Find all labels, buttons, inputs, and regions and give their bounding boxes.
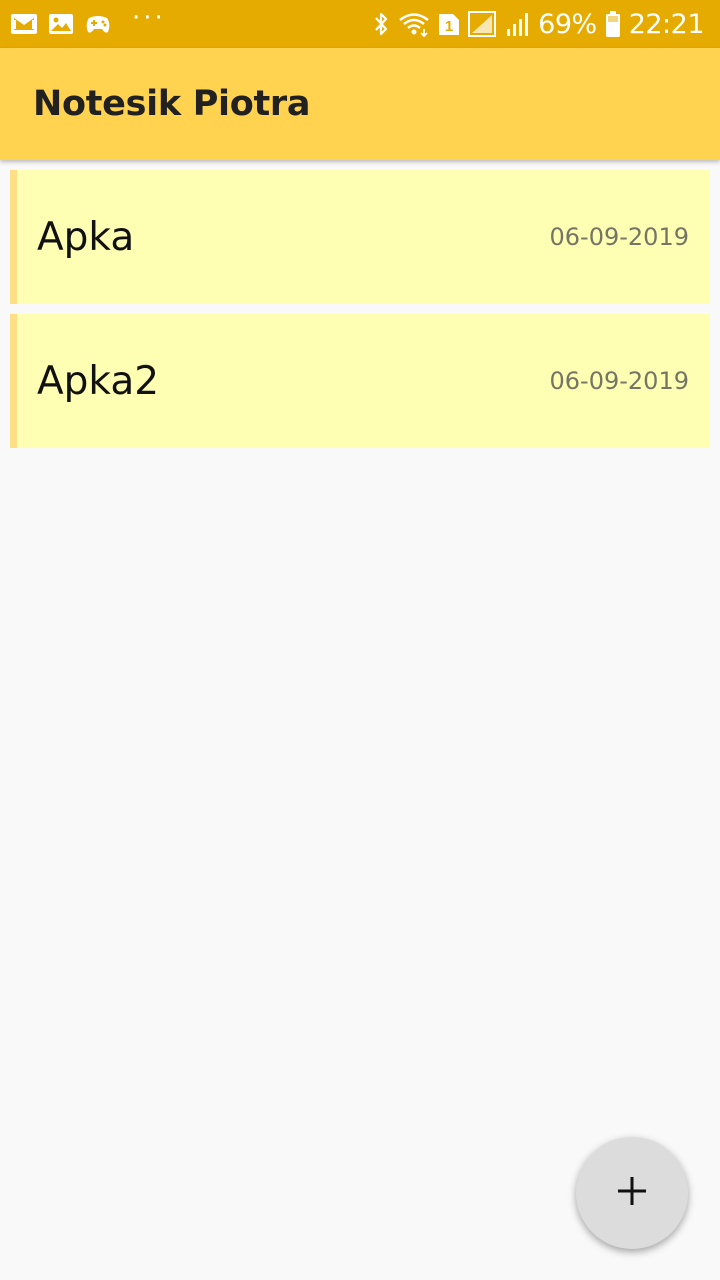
bluetooth-icon (372, 11, 390, 37)
mail-icon (10, 12, 38, 36)
plus-icon (615, 1174, 649, 1213)
sim-icon: 1 (438, 11, 460, 37)
note-card[interactable]: Apka 06-09-2019 (10, 170, 710, 304)
add-note-button[interactable] (576, 1137, 688, 1249)
clock: 22:21 (628, 8, 705, 40)
note-title: Apka2 (37, 358, 160, 404)
note-date: 06-09-2019 (549, 223, 689, 251)
signal-bars-icon (506, 11, 530, 37)
battery-icon (605, 10, 621, 38)
svg-text:1: 1 (445, 18, 453, 35)
status-bar: ··· 1 69% 22:21 (0, 0, 720, 48)
battery-percentage: 69% (538, 8, 597, 40)
page-title: Notesik Piotra (33, 84, 311, 124)
status-bar-notifications: ··· (10, 5, 166, 37)
game-controller-icon (84, 12, 112, 36)
note-date: 06-09-2019 (549, 367, 689, 395)
more-notifications-icon: ··· (132, 3, 166, 33)
note-card[interactable]: Apka2 06-09-2019 (10, 314, 710, 448)
status-bar-system: 1 69% 22:21 (372, 8, 705, 40)
signal-icon (468, 11, 498, 37)
note-list: Apka 06-09-2019 Apka2 06-09-2019 (10, 170, 710, 458)
note-title: Apka (37, 214, 135, 260)
gallery-icon (48, 12, 74, 36)
app-bar: Notesik Piotra (0, 48, 720, 160)
wifi-icon (398, 11, 430, 37)
